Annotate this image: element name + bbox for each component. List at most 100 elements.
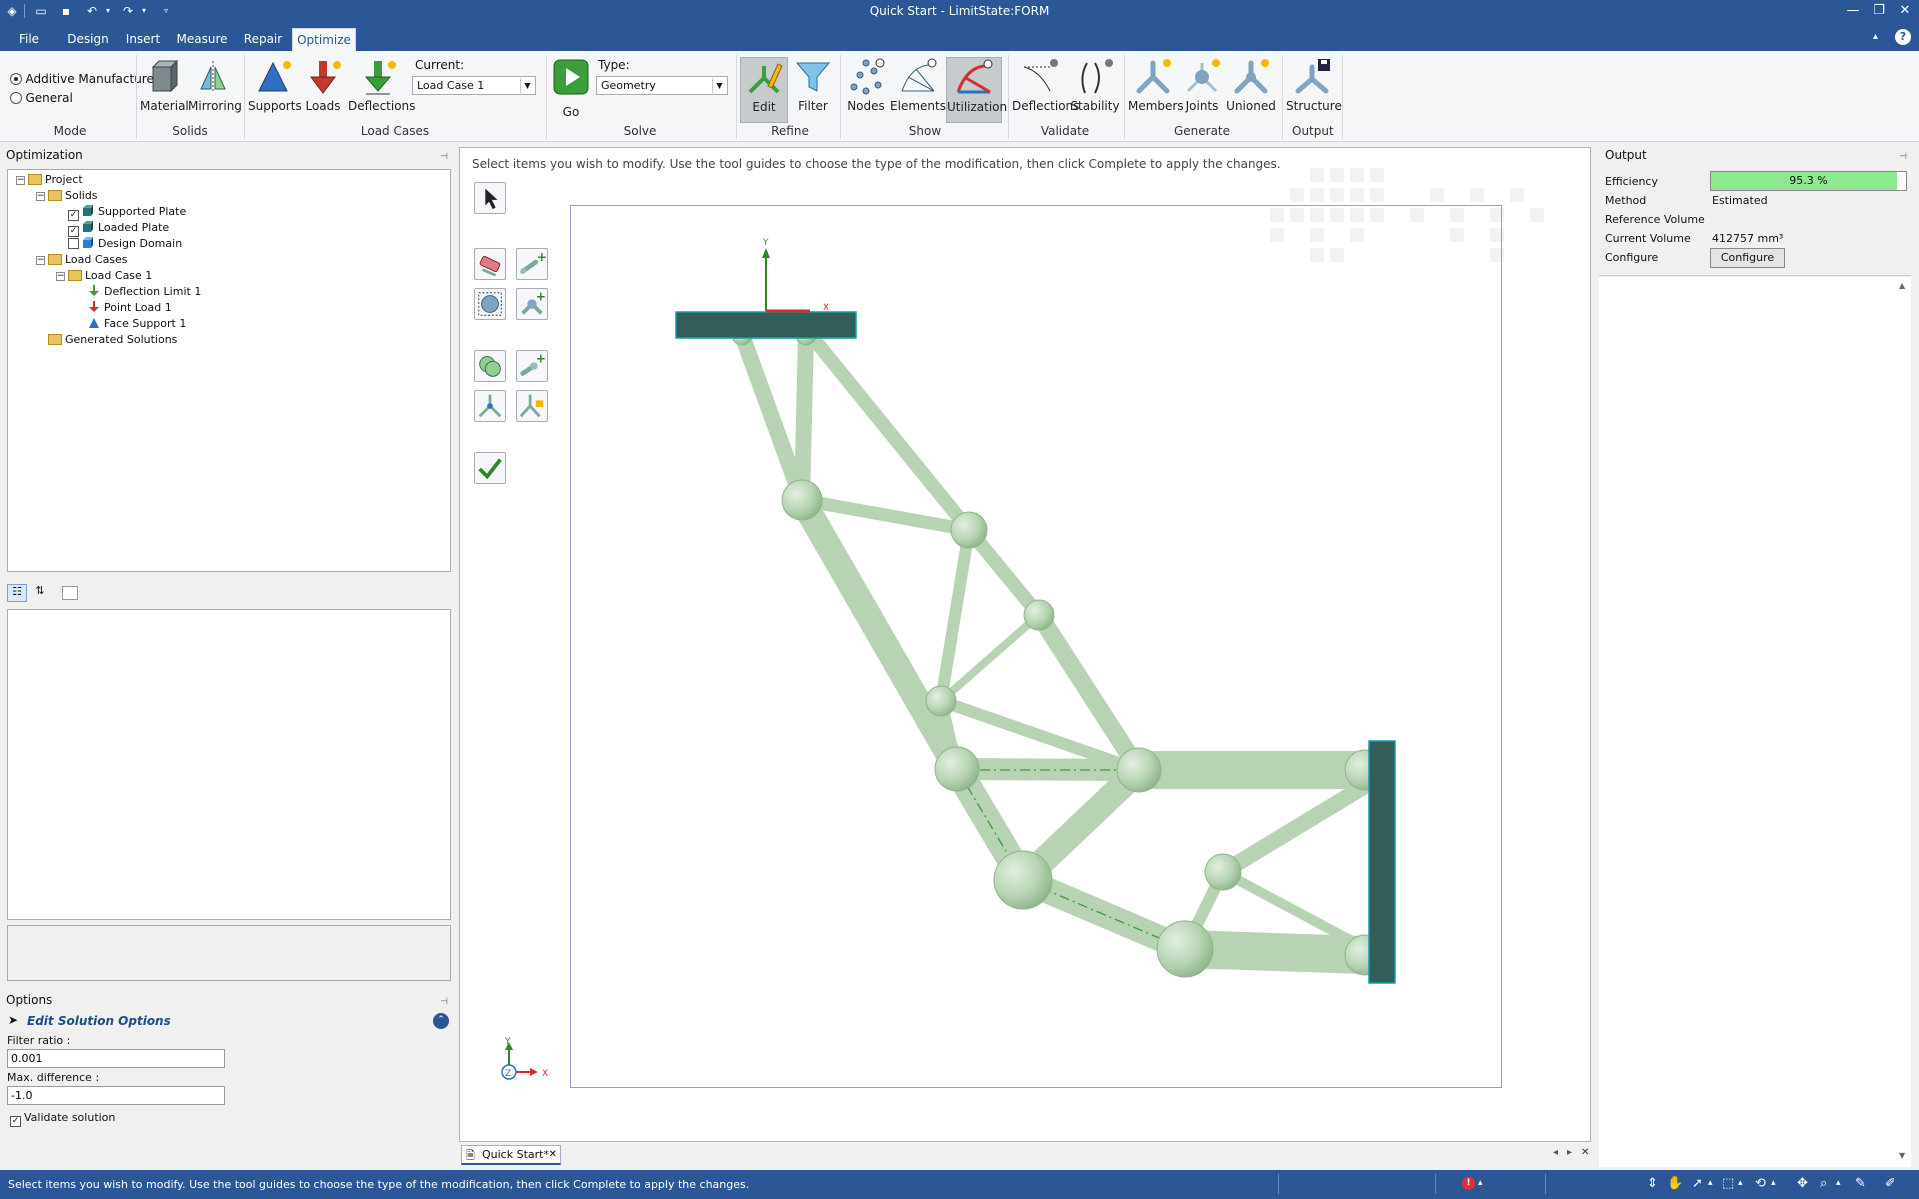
stability-button[interactable]: Stability xyxy=(1070,57,1120,121)
error-dropdown-icon[interactable]: ▴ xyxy=(1478,1178,1483,1188)
optimized-structure[interactable]: Y X xyxy=(460,148,1590,1141)
pin-icon[interactable]: ⊣ xyxy=(440,994,448,1011)
efficiency-value: 95.3 % xyxy=(1789,174,1828,187)
pen-icon[interactable]: ✐ xyxy=(1885,1176,1896,1191)
spin-icon[interactable]: ⇕ xyxy=(1647,1176,1658,1191)
sketch-icon[interactable]: ✎ xyxy=(1855,1176,1866,1191)
box-select-icon[interactable]: ⬚ xyxy=(1722,1176,1734,1191)
tab-scroll-left-icon[interactable]: ◂ xyxy=(1553,1147,1558,1158)
folder-icon xyxy=(48,334,62,345)
solve-type-select[interactable]: Geometry ▼ xyxy=(596,76,728,95)
supported-plate[interactable] xyxy=(1368,740,1396,984)
select-dropdown-icon[interactable]: ▴ xyxy=(1708,1178,1713,1188)
utilization-button[interactable]: Utilization xyxy=(946,57,1007,123)
pin-icon[interactable]: ⊣ xyxy=(1899,149,1907,166)
mirroring-button[interactable]: Mirroring xyxy=(188,57,242,121)
tree-item-deflection-limit[interactable]: Deflection Limit 1 xyxy=(88,284,201,299)
collapse-project-icon[interactable]: − xyxy=(16,176,25,185)
tab-measure[interactable]: Measure xyxy=(174,28,230,51)
tree-item-load-cases[interactable]: Load Cases xyxy=(48,252,128,267)
rotate-icon[interactable]: ⟲ xyxy=(1755,1176,1766,1191)
edit-button[interactable]: Edit xyxy=(740,57,788,123)
deflection-curve-icon xyxy=(1023,59,1058,92)
loads-label: Loads xyxy=(305,99,341,113)
method-value: Estimated xyxy=(1712,194,1768,207)
tree-label-load-case-1: Load Case 1 xyxy=(85,269,153,282)
tree-item-solids[interactable]: Solids xyxy=(48,188,98,203)
tree-item-design-domain[interactable]: Design Domain xyxy=(68,236,182,251)
output-log-area xyxy=(1599,277,1911,1167)
help-icon[interactable]: ? xyxy=(1895,29,1911,45)
material-button[interactable]: Material xyxy=(140,57,189,121)
collapse-solids-icon[interactable]: − xyxy=(36,192,45,201)
tree-item-generated-solutions[interactable]: Generated Solutions xyxy=(48,332,177,347)
property-pages-icon[interactable] xyxy=(62,586,78,600)
close-document-icon[interactable]: ✕ xyxy=(1581,1147,1589,1158)
nodes-button[interactable]: Nodes xyxy=(844,57,888,121)
tab-scroll-right-icon[interactable]: ▸ xyxy=(1567,1147,1572,1158)
loaded-plate[interactable] xyxy=(675,311,857,339)
sort-alpha-icon[interactable]: ⇅ xyxy=(30,584,50,602)
tree-item-loaded-plate[interactable]: ✓ Loaded Plate xyxy=(68,220,169,237)
collapse-section-icon[interactable]: ⌃ xyxy=(433,1013,449,1029)
filter-ratio-label: Filter ratio : xyxy=(7,1034,71,1047)
collapse-ribbon-icon[interactable]: ▴ xyxy=(1873,31,1878,42)
filter-button[interactable]: Filter xyxy=(792,57,834,121)
window-title: Quick Start - LimitState:FORM xyxy=(869,4,1050,18)
validate-solution-checkbox[interactable]: ✓ Validate solution xyxy=(10,1111,115,1127)
error-icon[interactable]: ! xyxy=(1462,1177,1475,1190)
tree-item-point-load[interactable]: Point Load 1 xyxy=(88,300,172,315)
move-icon[interactable]: ✥ xyxy=(1797,1176,1808,1191)
scroll-up-icon[interactable]: ▲ xyxy=(1899,281,1905,290)
restore-button[interactable]: ❐ xyxy=(1869,2,1889,20)
members-button[interactable]: Members xyxy=(1128,57,1184,121)
design-domain-checkbox[interactable] xyxy=(68,238,79,249)
collapse-load-cases-icon[interactable]: − xyxy=(36,256,45,265)
project-tree: − Project − Solids ✓ Supported Plate ✓ Loa… xyxy=(7,169,451,572)
current-load-case-select[interactable]: Load Case 1 ▼ xyxy=(412,76,536,95)
loads-button[interactable]: Loads xyxy=(300,57,346,121)
joints-button[interactable]: Joints xyxy=(1180,57,1224,121)
select-pointer-icon[interactable]: ➚ xyxy=(1692,1176,1703,1191)
max-difference-input[interactable] xyxy=(7,1086,225,1105)
viewport[interactable]: Select items you wish to modify. Use the… xyxy=(459,147,1591,1142)
tab-insert[interactable]: Insert xyxy=(122,28,164,51)
structure-button[interactable]: Structure xyxy=(1286,57,1342,121)
close-tab-icon[interactable]: ✕ xyxy=(549,1146,557,1163)
mode-radio-additive[interactable]: Additive Manufacture xyxy=(10,72,154,86)
configure-label: Configure xyxy=(1605,251,1659,264)
tree-item-project[interactable]: Project xyxy=(28,172,83,187)
folder-icon xyxy=(48,254,62,265)
box-select-dropdown-icon[interactable]: ▴ xyxy=(1738,1178,1743,1188)
tree-label-load-cases: Load Cases xyxy=(65,253,128,266)
elements-button[interactable]: Elements xyxy=(890,57,946,121)
zoom-icon[interactable]: ⌕ xyxy=(1820,1176,1827,1191)
ribbon: Additive Manufacture General Mode Materi… xyxy=(0,51,1919,142)
collapse-load-case-1-icon[interactable]: − xyxy=(56,272,65,281)
supports-button[interactable]: Supports xyxy=(248,57,302,121)
tree-item-load-case-1[interactable]: Load Case 1 xyxy=(68,268,152,283)
deflections-button[interactable]: Deflections xyxy=(348,57,415,121)
scroll-down-icon[interactable]: ▼ xyxy=(1899,1151,1905,1160)
tree-item-face-support[interactable]: Face Support 1 xyxy=(88,316,186,331)
tab-file[interactable]: File xyxy=(12,28,46,51)
tab-quick-start[interactable]: 🗎 Quick Start* ✕ xyxy=(461,1145,561,1165)
tree-item-supported-plate[interactable]: ✓ Supported Plate xyxy=(68,204,186,221)
validate-deflections-button[interactable]: Deflections xyxy=(1012,57,1079,121)
pan-icon[interactable]: ✋ xyxy=(1667,1176,1683,1191)
mode-radio-general[interactable]: General xyxy=(10,91,73,105)
categorized-view-icon[interactable]: ☷ xyxy=(7,584,27,602)
tab-design[interactable]: Design xyxy=(64,28,112,51)
tab-optimize[interactable]: Optimize xyxy=(292,28,356,51)
configure-button[interactable]: Configure xyxy=(1710,248,1785,268)
go-button[interactable]: Go xyxy=(550,57,592,121)
tree-label-point-load: Point Load 1 xyxy=(104,301,172,314)
rotate-dropdown-icon[interactable]: ▴ xyxy=(1771,1178,1776,1188)
unioned-button[interactable]: Unioned xyxy=(1226,57,1276,121)
pin-icon[interactable]: ⊣ xyxy=(440,149,448,166)
minimize-button[interactable]: — xyxy=(1843,2,1863,20)
close-button[interactable]: ✕ xyxy=(1895,2,1915,20)
tab-repair[interactable]: Repair xyxy=(240,28,286,51)
filter-ratio-input[interactable] xyxy=(7,1049,225,1068)
zoom-dropdown-icon[interactable]: ▴ xyxy=(1836,1178,1841,1188)
